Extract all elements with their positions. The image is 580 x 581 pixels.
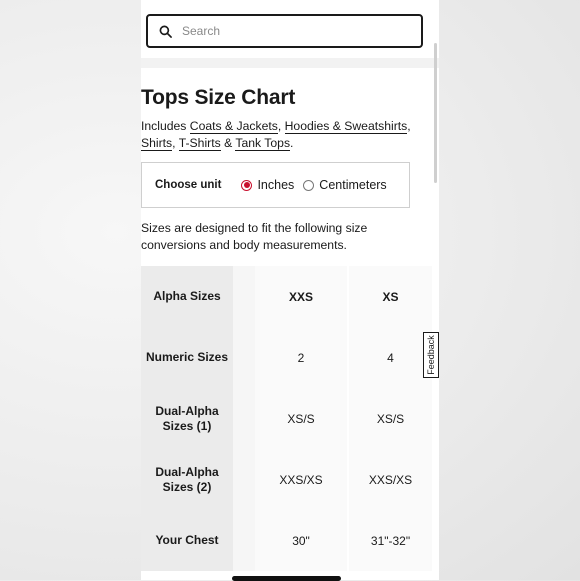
cell-spacer — [233, 266, 255, 327]
column-header-xxs: XXS — [255, 266, 347, 327]
row-label: Numeric Sizes — [141, 327, 233, 388]
table-cell: XXS/XS — [349, 449, 432, 510]
table-row: Numeric Sizes 2 4 — [141, 327, 439, 390]
table-cell: 30" — [255, 510, 347, 571]
row-label: Alpha Sizes — [141, 266, 233, 327]
unit-radio-group: Inches Centimeters — [241, 178, 387, 192]
feedback-tab[interactable]: Feedback — [423, 332, 439, 378]
table-cell: XXS/XS — [255, 449, 347, 510]
row-label: Dual-Alpha Sizes (2) — [141, 449, 233, 510]
table-cell: 2 — [255, 327, 347, 388]
search-icon — [159, 25, 172, 38]
row-label: Dual-Alpha Sizes (1) — [141, 388, 233, 449]
unit-option-label: Centimeters — [319, 178, 387, 192]
radio-unchecked-icon[interactable] — [303, 179, 315, 191]
cell-spacer — [233, 388, 255, 449]
header-divider — [141, 58, 439, 68]
category-link-coats-jackets[interactable]: Coats & Jackets — [189, 119, 278, 134]
table-cell: XS/S — [255, 388, 347, 449]
scrollbar[interactable] — [434, 43, 437, 183]
category-link-shirts[interactable]: Shirts — [141, 135, 173, 151]
unit-selector: Choose unit Inches Centimeters — [141, 162, 410, 208]
table-cell: XS/S — [349, 388, 432, 449]
includes-text: Includes Coats & Jackets, Hoodies & Swea… — [141, 119, 411, 151]
table-cell: 4 — [349, 327, 432, 388]
unit-option-inches[interactable]: Inches — [241, 178, 294, 192]
unit-option-label: Inches — [257, 178, 295, 192]
search-bar[interactable] — [146, 14, 423, 48]
category-link-tank-tops[interactable]: Tank Tops — [235, 135, 291, 151]
table-row: Your Chest 30" 31"-32" — [141, 510, 439, 571]
column-header-xs: XS — [349, 266, 432, 327]
unit-option-centimeters[interactable]: Centimeters — [303, 178, 387, 192]
phone-screen: Tops Size Chart Includes Coats & Jackets… — [141, 0, 439, 580]
table-row: Dual-Alpha Sizes (2) XXS/XS XXS/XS — [141, 449, 439, 512]
table-row: Dual-Alpha Sizes (1) XS/S XS/S — [141, 388, 439, 451]
page-title: Tops Size Chart — [141, 86, 296, 109]
row-label: Your Chest — [141, 510, 233, 571]
home-indicator[interactable] — [232, 576, 341, 581]
cell-spacer — [233, 327, 255, 388]
feedback-label: Feedback — [426, 335, 436, 375]
size-intro-text: Sizes are designed to fit the following … — [141, 221, 368, 252]
table-cell: 31"-32" — [349, 510, 432, 571]
cell-spacer — [233, 449, 255, 510]
category-link-hoodies-sweatshirts[interactable]: Hoodies & Sweatshirts — [284, 119, 408, 134]
radio-checked-icon[interactable] — [241, 179, 253, 191]
choose-unit-label: Choose unit — [155, 179, 222, 191]
category-link-t-shirts[interactable]: T-Shirts — [178, 135, 221, 151]
search-input[interactable] — [180, 23, 404, 39]
cell-spacer — [233, 510, 255, 571]
table-row: Alpha Sizes XXS XS — [141, 266, 439, 329]
